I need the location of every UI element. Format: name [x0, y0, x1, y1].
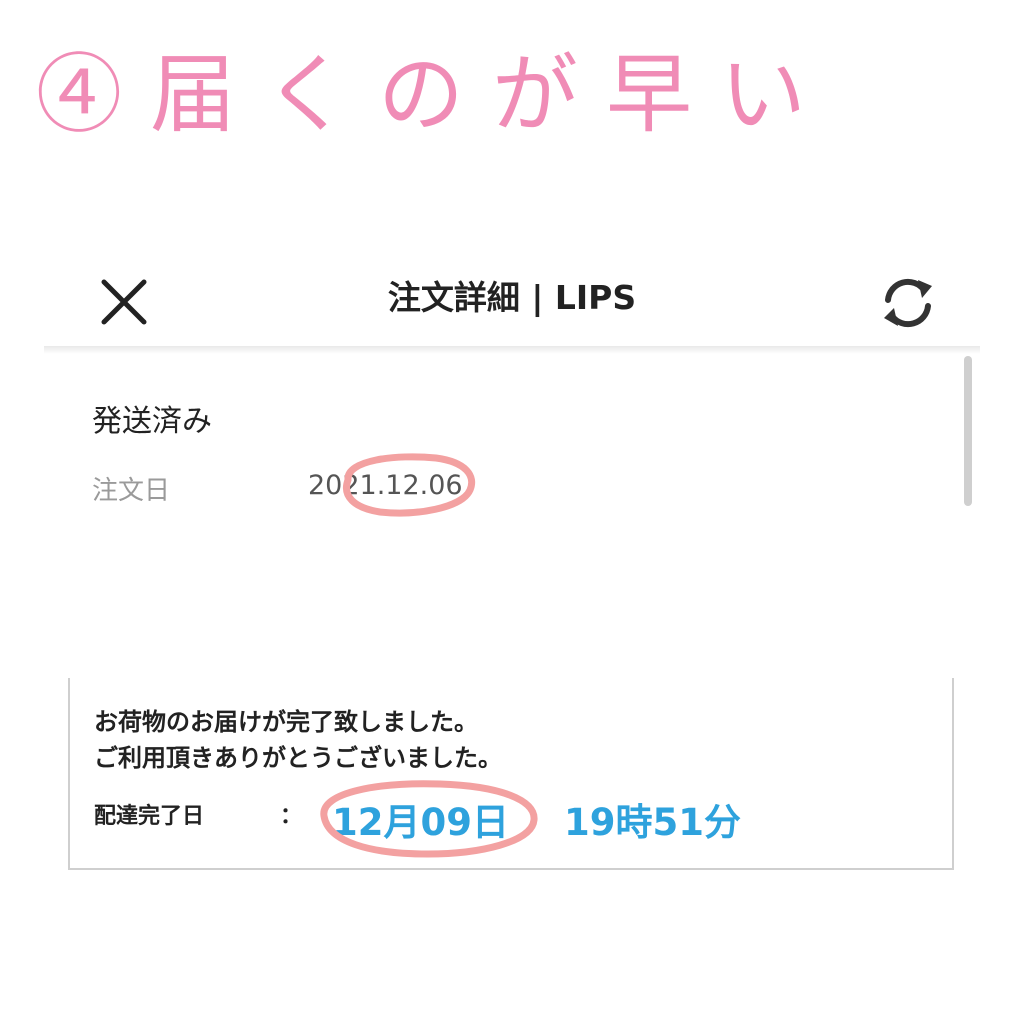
app-bar: 注文詳細 | LIPS [44, 250, 980, 350]
delivery-completed-time: 19時51分 [564, 801, 741, 844]
page-title: 注文詳細 | LIPS [387, 278, 637, 317]
delivery-completed-label: 配達完了日 [94, 804, 205, 829]
scrollbar[interactable] [964, 356, 972, 506]
refresh-button[interactable] [876, 270, 940, 334]
delivery-separator: ： [280, 804, 303, 829]
order-date-value: 2021.12.06 [308, 470, 463, 501]
order-status: 発送済み [92, 404, 212, 439]
order-date-label: 注文日 [92, 476, 171, 506]
delivery-completed-date: 12月09日 [332, 801, 509, 844]
headline-text: ④届くのが早い [36, 45, 834, 145]
delivery-card: お荷物のお届けが完了致しました。 ご利用頂きありがとうございました。 配達完了日… [68, 678, 954, 870]
delivery-message-line2: ご利用頂きありがとうございました。 [94, 744, 502, 772]
refresh-icon [884, 278, 932, 328]
app-bar-shadow [44, 346, 980, 354]
delivery-message-line1: お荷物のお届けが完了致しました。 [94, 708, 478, 736]
